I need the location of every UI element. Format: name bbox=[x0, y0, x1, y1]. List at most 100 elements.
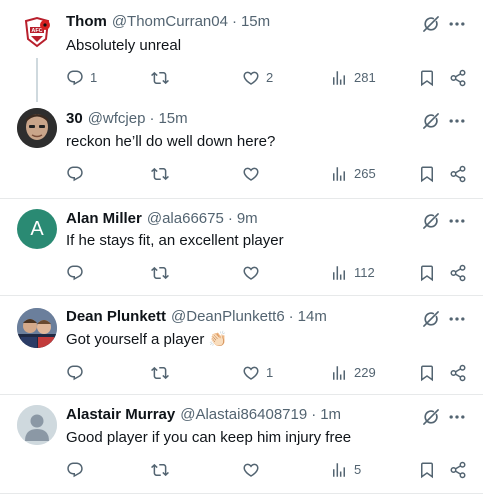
author-name[interactable]: Thom bbox=[66, 12, 107, 32]
post-alan-miller[interactable]: A Alan Miller @ala66675 · 9m If he stays… bbox=[0, 199, 483, 295]
share-button[interactable] bbox=[449, 459, 467, 481]
author-handle[interactable]: @DeanPlunkett6 bbox=[171, 307, 285, 327]
bookmark-icon bbox=[418, 165, 436, 183]
separator-dot: · bbox=[227, 210, 233, 227]
like-icon bbox=[242, 264, 260, 282]
author-name[interactable]: Dean Plunkett bbox=[66, 307, 166, 327]
views-button[interactable]: 229 bbox=[330, 362, 376, 384]
action-bar: 1 2 281 bbox=[0, 67, 483, 89]
grok-icon[interactable] bbox=[421, 407, 441, 427]
bookmark-icon bbox=[418, 69, 436, 87]
views-icon bbox=[330, 461, 348, 479]
bookmark-icon bbox=[418, 461, 436, 479]
post-text: reckon he’ll do well down here? bbox=[66, 133, 276, 150]
post-time[interactable]: 1m bbox=[320, 405, 341, 425]
separator-dot: · bbox=[311, 406, 317, 423]
photo-avatar[interactable] bbox=[17, 308, 57, 348]
views-button[interactable]: 5 bbox=[330, 459, 361, 481]
like-button[interactable] bbox=[242, 262, 260, 284]
letter-avatar[interactable]: A bbox=[17, 209, 57, 249]
author-name[interactable]: Alan Miller bbox=[66, 209, 142, 229]
repost-button[interactable] bbox=[151, 362, 169, 384]
like-button[interactable]: 1 bbox=[242, 362, 273, 384]
reply-button[interactable] bbox=[66, 262, 84, 284]
share-icon bbox=[449, 264, 467, 282]
views-button[interactable]: 281 bbox=[330, 67, 376, 89]
post-text: Good player if you can keep him injury f… bbox=[66, 429, 352, 446]
post-text: Got yourself a player 👏🏻 bbox=[66, 331, 228, 348]
repost-icon bbox=[151, 165, 169, 183]
author-handle[interactable]: @wfcjep bbox=[88, 109, 146, 129]
club-crest-avatar[interactable]: AFC bbox=[17, 12, 57, 52]
repost-icon bbox=[151, 69, 169, 87]
post-time[interactable]: 9m bbox=[237, 209, 258, 229]
reply-button[interactable] bbox=[66, 459, 84, 481]
reply-icon bbox=[66, 264, 84, 282]
share-button[interactable] bbox=[449, 163, 467, 185]
bookmark-button[interactable] bbox=[418, 67, 436, 89]
views-count: 281 bbox=[354, 70, 376, 85]
views-icon bbox=[330, 69, 348, 87]
author-name[interactable]: 30 bbox=[66, 109, 83, 129]
share-icon bbox=[449, 165, 467, 183]
bookmark-icon bbox=[418, 364, 436, 382]
bookmark-button[interactable] bbox=[418, 362, 436, 384]
share-button[interactable] bbox=[449, 262, 467, 284]
more-icon[interactable] bbox=[447, 111, 467, 131]
post-time[interactable]: 15m bbox=[158, 109, 187, 129]
bookmark-icon bbox=[418, 264, 436, 282]
share-icon bbox=[449, 364, 467, 382]
bookmark-button[interactable] bbox=[418, 459, 436, 481]
more-icon[interactable] bbox=[447, 309, 467, 329]
author-handle[interactable]: @Alastai86408719 bbox=[180, 405, 307, 425]
svg-text:AFC: AFC bbox=[31, 28, 42, 34]
repost-icon bbox=[151, 264, 169, 282]
repost-button[interactable] bbox=[151, 67, 169, 89]
bookmark-button[interactable] bbox=[418, 163, 436, 185]
more-icon[interactable] bbox=[447, 407, 467, 427]
like-icon bbox=[242, 165, 260, 183]
share-button[interactable] bbox=[449, 362, 467, 384]
grok-icon[interactable] bbox=[421, 211, 441, 231]
reply-icon bbox=[66, 364, 84, 382]
like-icon bbox=[242, 69, 260, 87]
grok-icon[interactable] bbox=[421, 309, 441, 329]
post-time[interactable]: 14m bbox=[298, 307, 327, 327]
post-wfcjep[interactable]: 30 @wfcjep · 15m reckon he’ll do well do… bbox=[0, 100, 483, 200]
views-button[interactable]: 265 bbox=[330, 163, 376, 185]
reply-button[interactable]: 1 bbox=[66, 67, 97, 89]
post-header: Thom @ThomCurran04 · 15m bbox=[66, 12, 270, 32]
grok-icon[interactable] bbox=[421, 111, 441, 131]
author-name[interactable]: Alastair Murray bbox=[66, 405, 175, 425]
reply-icon bbox=[66, 69, 84, 87]
reply-button[interactable] bbox=[66, 362, 84, 384]
repost-button[interactable] bbox=[151, 262, 169, 284]
action-bar: 112 bbox=[0, 262, 483, 284]
like-button[interactable] bbox=[242, 163, 260, 185]
post-header: Alan Miller @ala66675 · 9m bbox=[66, 209, 258, 229]
post-time[interactable]: 15m bbox=[241, 12, 270, 32]
post-dean-plunkett[interactable]: Dean Plunkett @DeanPlunkett6 · 14m Got y… bbox=[0, 296, 483, 394]
more-icon[interactable] bbox=[447, 14, 467, 34]
repost-button[interactable] bbox=[151, 163, 169, 185]
like-button[interactable] bbox=[242, 459, 260, 481]
like-button[interactable]: 2 bbox=[242, 67, 273, 89]
bookmark-button[interactable] bbox=[418, 262, 436, 284]
views-button[interactable]: 112 bbox=[330, 262, 375, 284]
post-alastair-murray[interactable]: Alastair Murray @Alastai86408719 · 1m Go… bbox=[0, 395, 483, 500]
post-text: If he stays fit, an excellent player bbox=[66, 232, 284, 249]
post-thom[interactable]: AFC Thom @ThomCurran04 · 15m Absolutely … bbox=[0, 0, 483, 102]
author-handle[interactable]: @ala66675 bbox=[147, 209, 224, 229]
share-button[interactable] bbox=[449, 67, 467, 89]
post-header: 30 @wfcjep · 15m bbox=[66, 109, 188, 129]
repost-button[interactable] bbox=[151, 459, 169, 481]
grok-icon[interactable] bbox=[421, 14, 441, 34]
author-handle[interactable]: @ThomCurran04 bbox=[112, 12, 228, 32]
photo-avatar[interactable] bbox=[17, 108, 57, 148]
default-avatar[interactable] bbox=[17, 405, 57, 445]
more-icon[interactable] bbox=[447, 211, 467, 231]
reply-button[interactable] bbox=[66, 163, 84, 185]
views-icon bbox=[330, 364, 348, 382]
action-bar: 5 bbox=[0, 459, 483, 481]
like-icon bbox=[242, 461, 260, 479]
